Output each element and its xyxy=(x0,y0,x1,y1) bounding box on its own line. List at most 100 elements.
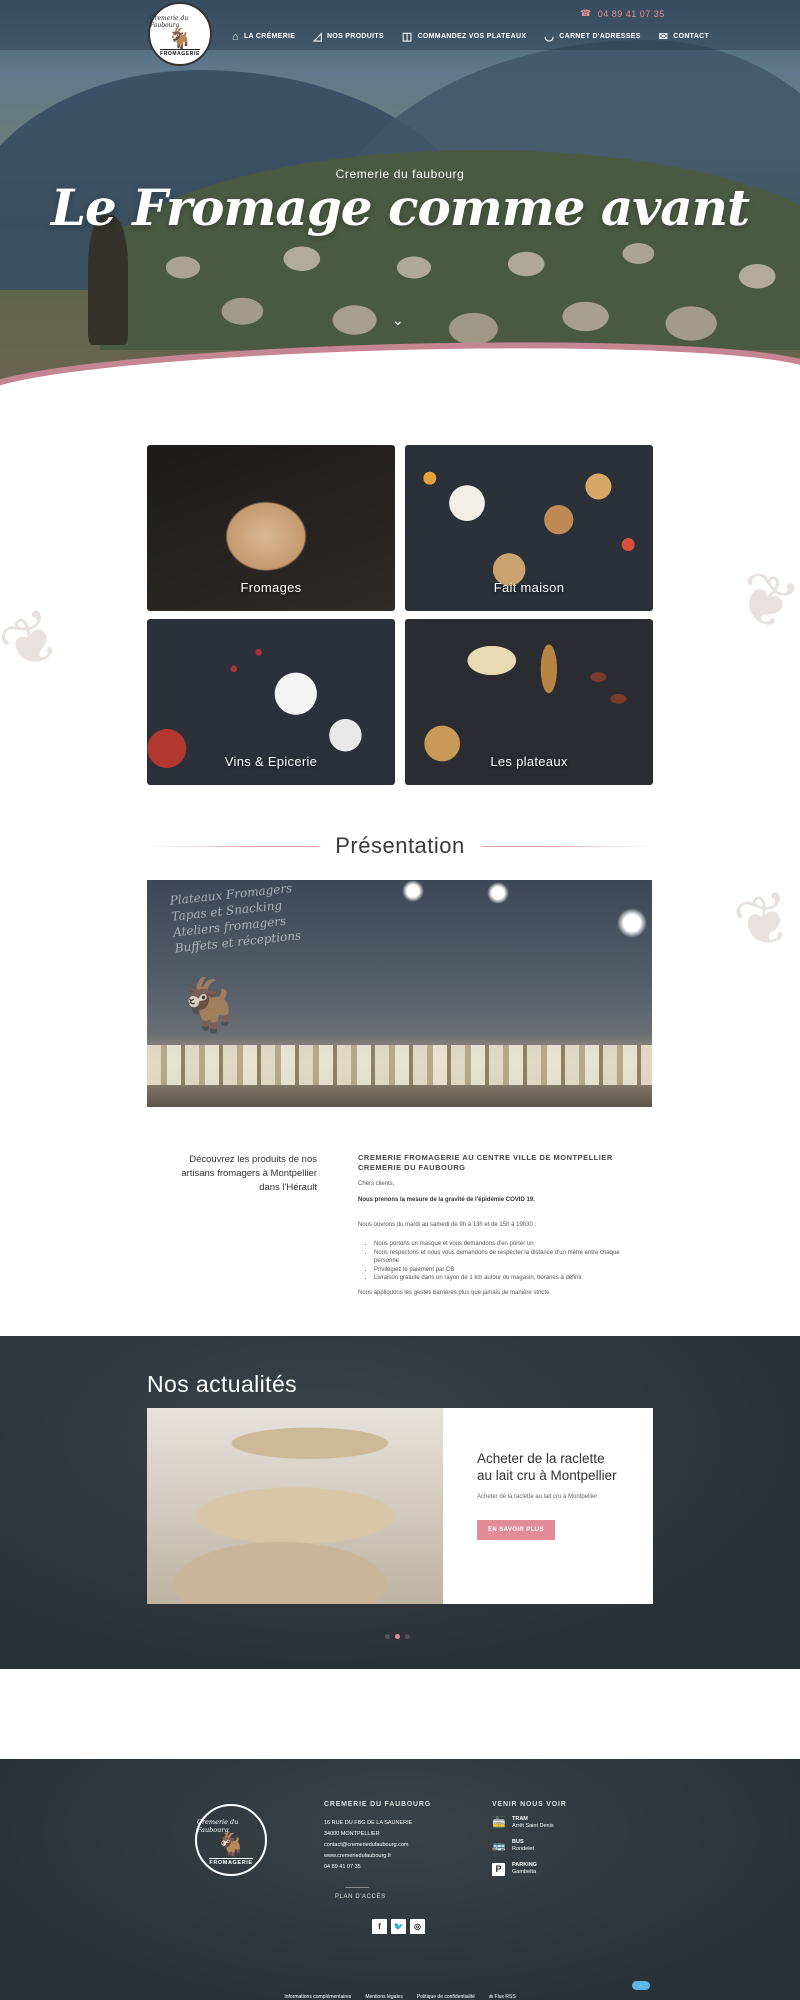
instagram-icon[interactable]: ◎ xyxy=(410,1919,425,1934)
footer-address-line: 16 RUE DU FBG DE LA SAUNERIE xyxy=(324,1820,413,1826)
header-phone: 04 89 41 07 35 xyxy=(597,8,665,19)
credit-badge-icon[interactable]: ◦ xyxy=(632,1981,650,1990)
category-tile-plateaux[interactable]: Les plateaux xyxy=(405,619,653,785)
social-links: f 🐦 ◎ xyxy=(372,1919,425,1934)
list-item: Livraison gratuite dans un rayon de 1 km… xyxy=(374,1274,638,1283)
logo-bottom-text: FROMAGERIE xyxy=(160,49,200,57)
shop-icon: ⌂ xyxy=(232,30,239,43)
news-card: Acheter de la raclette au lait cru à Mon… xyxy=(147,1408,653,1604)
shop-window-photo: Plateaux Fromagers Tapas et Snacking Ate… xyxy=(147,880,652,1107)
phone-icon: ☎ xyxy=(580,8,592,18)
divider xyxy=(480,845,653,847)
tram-icon: 🚋 xyxy=(492,1816,506,1829)
hero-banner: ☎ 04 89 41 07 35 Cremerie du Faubourg 🐐 … xyxy=(0,0,800,395)
footer-bottom-links: Informations complémentaires Mentions lé… xyxy=(0,1985,800,2000)
nav-item-commandez-plateaux[interactable]: ◫ COMMANDEZ VOS PLATEAUX xyxy=(402,30,526,43)
presentation-heading-row: Présentation xyxy=(147,833,653,859)
footer-link-privacy[interactable]: Politique de confidentialité xyxy=(417,1985,475,2000)
nav-label: CARNET D'ADRESSES xyxy=(559,33,641,40)
news-heading: Nos actualités xyxy=(147,1371,298,1397)
footer-access-column: VENIR NOUS VOIR 🚋 TRAM Arrêt Saint Denis… xyxy=(492,1801,567,1885)
basket-icon: ◡ xyxy=(544,31,555,43)
carousel-dot[interactable] xyxy=(385,1634,390,1639)
parking-icon: P xyxy=(492,1862,505,1876)
news-card-title: Acheter de la raclette au lait cru à Mon… xyxy=(477,1451,617,1483)
site-footer: Cremerie du Faubourg 🐐 FROMAGERIE CREMER… xyxy=(0,1759,800,2000)
divider xyxy=(345,1887,369,1888)
nav-item-nos-produits[interactable]: ◿ NOS PRODUITS xyxy=(313,30,384,43)
carousel-dot[interactable] xyxy=(405,1634,410,1639)
footer-column-title: VENIR NOUS VOIR xyxy=(492,1801,567,1808)
carousel-dot-active[interactable] xyxy=(395,1634,400,1639)
twitter-icon[interactable]: 🐦 xyxy=(391,1919,406,1934)
category-label: Fait maison xyxy=(493,580,565,595)
leaf-decoration-icon: ❦ xyxy=(0,590,78,692)
goat-icon: 🐐 xyxy=(167,28,193,50)
contact-icon: ✉ xyxy=(658,31,669,43)
presentation-paragraph: Nous appliquons les gestes barrières plu… xyxy=(358,1289,552,1296)
category-tile-fromages[interactable]: Fromages xyxy=(147,445,395,611)
goat-icon: 🐐 xyxy=(177,977,242,1035)
news-card-body: Acheter de la raclette au lait cru à Mon… xyxy=(443,1408,653,1604)
logo-top-text: Cremerie du Faubourg xyxy=(150,15,189,29)
lamp-graphic xyxy=(487,882,509,904)
leaf-decoration-icon: ❦ xyxy=(725,873,800,969)
footer-contact-column: CREMERIE DU FAUBOURG 16 RUE DU FBG DE LA… xyxy=(324,1801,431,1873)
list-item: Nous portons un masque et vous demandons… xyxy=(374,1240,638,1249)
hero-title: Le Fromage comme avant xyxy=(50,178,750,237)
news-card-text: Acheter de la raclette au lait cru à Mon… xyxy=(477,1494,598,1500)
nav-item-carnet-adresses[interactable]: ◡ CARNET D'ADRESSES xyxy=(544,30,640,43)
read-more-button[interactable]: EN SAVOIR PLUS xyxy=(477,1520,555,1540)
header-phone-link[interactable]: ☎ 04 89 41 07 35 xyxy=(580,8,665,19)
divider xyxy=(147,845,320,847)
presentation-paragraph: Nous prenons la mesure de la gravité de … xyxy=(358,1197,535,1203)
footer-link-mentions[interactable]: Mentions légales xyxy=(365,1985,403,2000)
nav-label: LA CRÉMERIE xyxy=(243,33,296,40)
footer-logo[interactable]: Cremerie du Faubourg 🐐 FROMAGERIE xyxy=(195,1804,267,1876)
nav-label: NOS PRODUITS xyxy=(326,33,384,40)
news-section: Nos actualités Acheter de la raclette au… xyxy=(0,1336,800,1669)
nav-label: COMMANDEZ VOS PLATEAUX xyxy=(417,33,527,40)
cheese-icon: ◿ xyxy=(313,31,322,43)
main-nav: ⌂ LA CRÉMERIE ◿ NOS PRODUITS ◫ COMMANDEZ… xyxy=(232,30,709,44)
list-item: Privilégiez le paiement par CB xyxy=(374,1266,638,1275)
bus-icon: 🚌 xyxy=(492,1839,506,1852)
window-lettering: Plateaux Fromagers Tapas et Snacking Ate… xyxy=(169,880,302,956)
leaf-decoration-icon: ❦ xyxy=(725,552,800,650)
category-tile-vins-epicerie[interactable]: Vins & Epicerie xyxy=(147,619,395,785)
access-map-link[interactable]: PLAN D'ACCÈS xyxy=(335,1894,386,1900)
lamp-graphic xyxy=(402,880,424,902)
goat-icon: 🐐 xyxy=(216,1832,246,1859)
presentation-intro: Découvrez les produits de nos artisans f… xyxy=(181,1154,317,1193)
transit-parking: P PARKING Gambetta xyxy=(492,1862,567,1876)
category-label: Les plateaux xyxy=(490,754,568,769)
lamp-graphic xyxy=(617,908,647,938)
presentation-paragraph: Nous ouvrons du mardi au samedi de 9h à … xyxy=(358,1222,537,1228)
cheese-counter-graphic xyxy=(147,1045,652,1085)
site-logo[interactable]: Cremerie du Faubourg 🐐 FROMAGERIE xyxy=(148,2,212,66)
footer-link-infos[interactable]: Informations complémentaires xyxy=(284,1985,351,2000)
footer-website-link[interactable]: www.cremeriedufaubourg.fr xyxy=(324,1851,431,1862)
carousel-dots xyxy=(385,1634,410,1639)
nav-label: CONTACT xyxy=(673,33,710,40)
list-item: Nous respectons et nous vous demandons d… xyxy=(374,1249,638,1266)
logo-bottom-text: FROMAGERIE xyxy=(209,1858,253,1866)
nav-item-contact[interactable]: ✉ CONTACT xyxy=(659,30,709,43)
facebook-icon[interactable]: f xyxy=(372,1919,387,1934)
presentation-paragraph: Chers clients, xyxy=(358,1181,395,1187)
nav-item-la-cremerie[interactable]: ⌂ LA CRÉMERIE xyxy=(232,30,295,43)
footer-email-link[interactable]: contact@cremeriedufaubourg.com xyxy=(324,1840,431,1851)
footer-address-line: 34000 MONTPELLIER xyxy=(324,1831,380,1837)
footer-link-rss[interactable]: ⋒ Flux RSS xyxy=(489,1985,516,2000)
category-tile-fait-maison[interactable]: Fait maison xyxy=(405,445,653,611)
footer-column-title: CREMERIE DU FAUBOURG xyxy=(324,1801,432,1808)
presentation-heading: Présentation xyxy=(335,833,465,858)
chevron-down-icon[interactable]: ⌄ xyxy=(392,312,404,329)
footer-phone-link[interactable]: 04 89 41 07 35 xyxy=(324,1862,431,1873)
presentation-title: CREMERIE FROMAGERIE AU CENTRE VILLE DE M… xyxy=(358,1153,613,1172)
category-label: Vins & Epicerie xyxy=(224,754,318,769)
transit-tram: 🚋 TRAM Arrêt Saint Denis xyxy=(492,1816,554,1829)
category-grid: Fromages Fait maison Vins & Epicerie Les… xyxy=(147,445,653,785)
presentation-text: CREMERIE FROMAGERIE AU CENTRE VILLE DE M… xyxy=(358,1153,638,1305)
category-label: Fromages xyxy=(240,580,302,595)
